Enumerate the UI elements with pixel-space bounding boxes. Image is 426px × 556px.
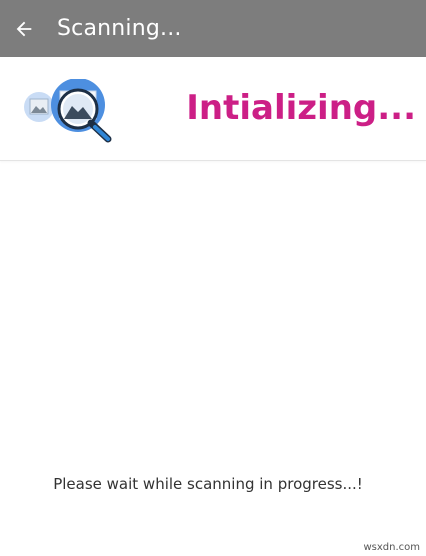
back-button[interactable]	[0, 0, 48, 57]
watermark: wsxdn.com	[363, 542, 420, 553]
app-bar: Scanning...	[0, 0, 426, 57]
status-heading: Intializing...	[186, 88, 416, 128]
arrow-back-icon	[16, 21, 32, 36]
screen-title: Scanning...	[57, 16, 182, 41]
image-magnifier-icon	[24, 79, 112, 143]
status-header: Intializing...	[0, 57, 426, 161]
wait-message: Please wait while scanning in progress..…	[53, 475, 363, 493]
scanning-screen: Scanning... Intializing... Please wait w…	[0, 0, 426, 556]
